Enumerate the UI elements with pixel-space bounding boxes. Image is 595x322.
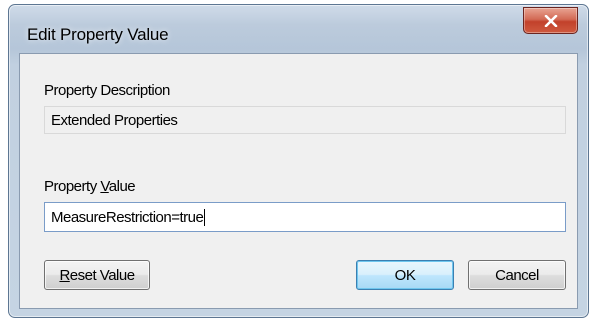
reset-label-rest: eset Value (69, 266, 135, 284)
property-description-label: Property Description (44, 82, 170, 99)
property-value-text: MeasureRestriction=true (51, 208, 204, 226)
property-value-label-post: alue (108, 178, 136, 195)
property-value-label: Property Value (44, 178, 136, 195)
close-button[interactable] (523, 7, 578, 34)
property-value-label-pre: Property (44, 178, 101, 195)
reset-value-button[interactable]: Reset Value (44, 260, 150, 290)
title-bar[interactable]: Edit Property Value (9, 5, 588, 53)
dialog-window: Edit Property Value Property Description… (8, 4, 589, 318)
reset-access-key: R (59, 266, 70, 284)
dialog-body: Property Description Extended Properties… (19, 53, 578, 309)
window-title: Edit Property Value (27, 25, 169, 44)
property-description-field: Extended Properties (44, 106, 566, 134)
text-caret (204, 208, 206, 226)
property-value-access-key: V (100, 178, 109, 195)
ok-button[interactable]: OK (356, 260, 454, 290)
cancel-button[interactable]: Cancel (468, 260, 566, 290)
close-icon (544, 14, 558, 27)
property-value-input[interactable]: MeasureRestriction=true (44, 202, 566, 232)
